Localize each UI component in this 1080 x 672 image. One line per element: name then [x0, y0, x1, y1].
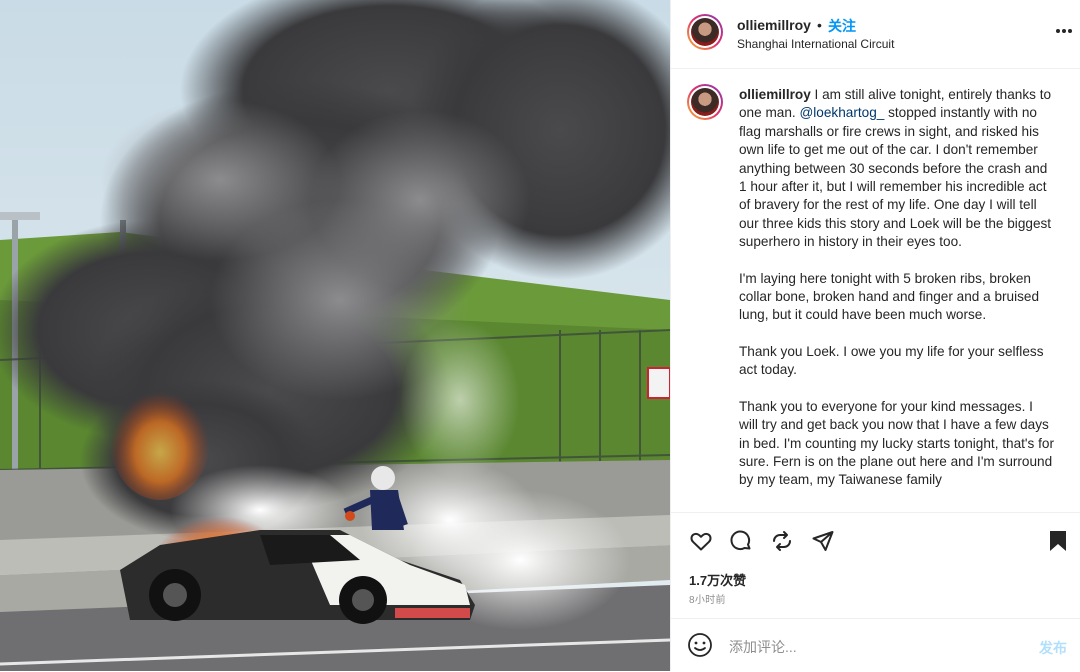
bookmark-icon[interactable]: [1047, 529, 1069, 558]
caption-area: olliemillroy I am still alive tonight, e…: [671, 68, 1080, 512]
caption-paragraph-3: Thank you Loek. I owe you my life for yo…: [739, 343, 1044, 378]
mention-link[interactable]: @loekhartog_: [799, 105, 884, 120]
heart-icon[interactable]: [689, 529, 713, 558]
separator-dot: •: [817, 17, 822, 33]
comment-icon[interactable]: [729, 529, 753, 558]
instagram-post-view: olliemillroy • 关注 Shanghai International…: [0, 0, 1080, 671]
post-comment-button[interactable]: 发布: [1039, 638, 1067, 658]
caption-username[interactable]: olliemillroy: [739, 87, 811, 102]
likes-count[interactable]: 1.7万次赞: [689, 570, 746, 589]
follow-button[interactable]: 关注: [828, 16, 856, 36]
share-icon[interactable]: [770, 529, 794, 558]
post-sidebar: olliemillroy • 关注 Shanghai International…: [670, 0, 1080, 671]
caption-paragraph-2: I'm laying here tonight with 5 broken ri…: [739, 270, 1040, 323]
caption-avatar[interactable]: [687, 84, 723, 120]
more-horizontal-icon[interactable]: [1055, 22, 1073, 34]
avatar[interactable]: [687, 14, 723, 50]
comment-box: 发布: [671, 618, 1080, 672]
username-link[interactable]: olliemillroy: [737, 17, 811, 33]
caption-paragraph-1: stopped instantly with no flag marshalls…: [739, 105, 1052, 250]
post-timestamp: 8小时前: [689, 595, 726, 606]
emoji-icon[interactable]: [687, 632, 713, 663]
comment-input[interactable]: [727, 636, 1021, 658]
post-photo[interactable]: [0, 0, 670, 671]
send-icon[interactable]: [811, 529, 835, 558]
caption-text: olliemillroy I am still alive tonight, e…: [739, 86, 1055, 508]
burning-race-car-image: [0, 0, 670, 671]
action-bar: 1.7万次赞 8小时前: [671, 512, 1080, 619]
location-link[interactable]: Shanghai International Circuit: [737, 37, 894, 51]
post-header: olliemillroy • 关注 Shanghai International…: [671, 0, 1080, 69]
caption-paragraph-4: Thank you to everyone for your kind mess…: [739, 398, 1054, 488]
